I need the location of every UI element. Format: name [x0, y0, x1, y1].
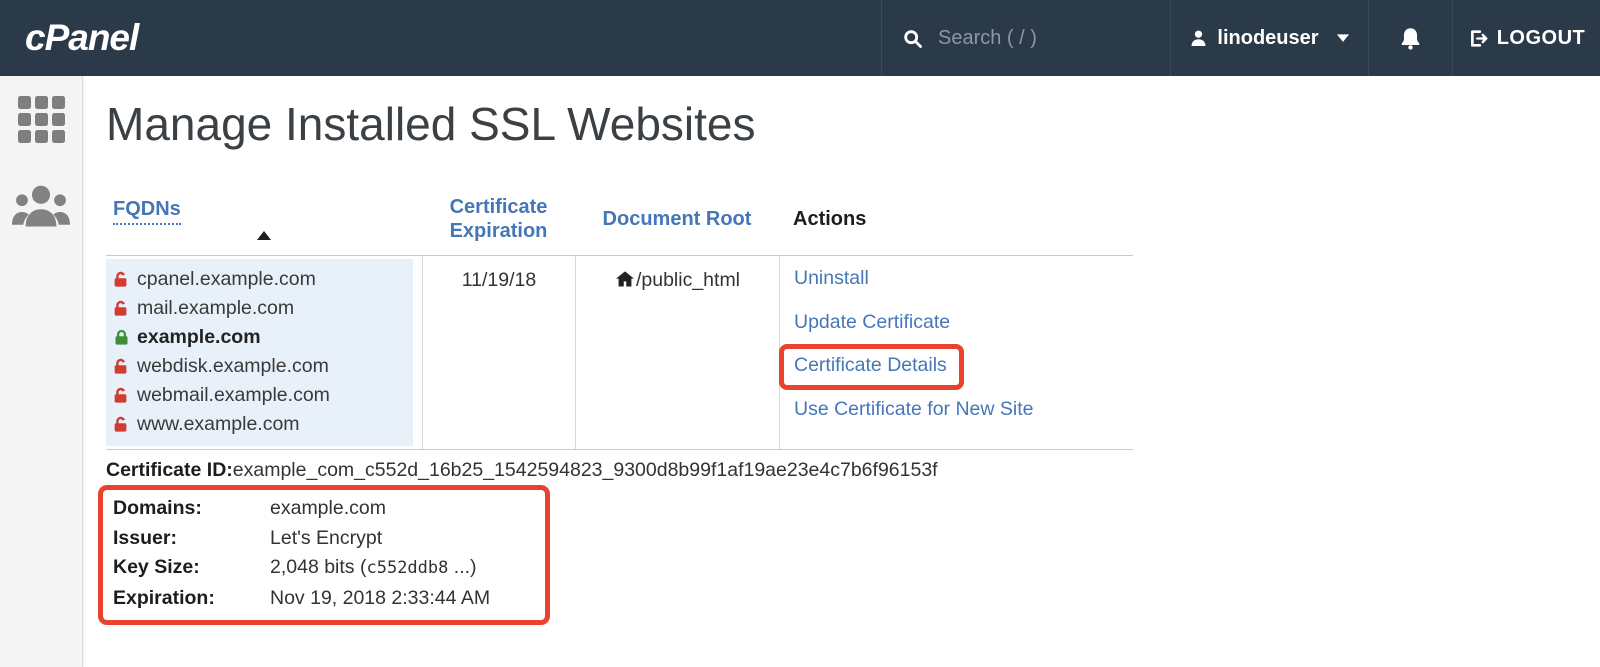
document-root-path: /public_html — [636, 269, 740, 292]
fqdn-item-primary: example.com — [113, 323, 407, 352]
red-open-lock-icon — [113, 387, 130, 404]
column-header-certificate-expiration[interactable]: Certificate Expiration — [422, 195, 575, 243]
detail-row-expiration: Expiration:Nov 19, 2018 2:33:44 AM — [113, 584, 535, 614]
action-row: Certificate Details — [794, 354, 1133, 398]
column-header-document-root[interactable]: Document Root — [575, 208, 779, 231]
search-bar[interactable] — [881, 0, 1170, 76]
column-header-fqdns[interactable]: FQDNs — [106, 198, 422, 240]
column-header-actions: Actions — [779, 208, 1133, 231]
fqdn-domain: cpanel.example.com — [137, 268, 316, 291]
notifications-button[interactable] — [1368, 0, 1452, 76]
action-use-certificate-new-site[interactable]: Use Certificate for New Site — [794, 398, 1034, 420]
red-open-lock-icon — [113, 358, 130, 375]
fqdn-item: www.example.com — [113, 410, 407, 439]
fqdn-item: mail.example.com — [113, 294, 407, 323]
green-closed-lock-icon — [113, 329, 130, 346]
fqdn-domain: webmail.example.com — [137, 384, 330, 407]
action-row: Uninstall — [794, 267, 1133, 311]
username-label: linodeuser — [1217, 27, 1318, 50]
detail-row-issuer: Issuer:Let's Encrypt — [113, 524, 535, 554]
table-header-row: FQDNs Certificate Expiration Document Ro… — [106, 192, 1133, 256]
fqdn-item: webmail.example.com — [113, 381, 407, 410]
fqdn-item: webdisk.example.com — [113, 352, 407, 381]
user-icon — [1189, 29, 1208, 48]
detail-row-key-size: Key Size:2,048 bits (c552ddb8 ...) — [113, 553, 535, 584]
main-content: Manage Installed SSL Websites FQDNs Cert… — [83, 76, 1600, 667]
search-input[interactable] — [938, 27, 1138, 50]
annotation-box-certificate-info: Domains:example.com Issuer:Let's Encrypt… — [98, 485, 550, 625]
search-icon — [902, 28, 923, 49]
certificate-id-value: example_com_c552d_16b25_1542594823_9300d… — [233, 459, 938, 481]
apps-grid-icon[interactable] — [18, 96, 65, 143]
top-navbar: cPanel linodeuser — [0, 0, 1600, 76]
annotation-box-certificate-details: Certificate Details — [794, 354, 947, 377]
actions-cell: Uninstall Update Certificate Certificate… — [779, 256, 1133, 449]
table-row: cpanel.example.com mail.example.com — [106, 256, 1133, 450]
sort-ascending-icon — [257, 231, 271, 240]
red-open-lock-icon — [113, 416, 130, 433]
red-open-lock-icon — [113, 300, 130, 317]
logout-icon — [1468, 28, 1489, 49]
ssl-websites-table: FQDNs Certificate Expiration Document Ro… — [106, 192, 1133, 450]
bell-icon — [1398, 26, 1423, 51]
action-uninstall[interactable]: Uninstall — [794, 267, 869, 289]
home-icon — [615, 269, 635, 289]
red-open-lock-icon — [113, 271, 130, 288]
detail-row-domains: Domains:example.com — [113, 494, 535, 524]
action-update-certificate[interactable]: Update Certificate — [794, 311, 950, 333]
logout-button[interactable]: LOGOUT — [1452, 0, 1600, 76]
action-row: Update Certificate — [794, 311, 1133, 355]
fqdn-domain: www.example.com — [137, 413, 300, 436]
fqdn-list: cpanel.example.com mail.example.com — [106, 259, 413, 446]
navbar-spacer — [138, 0, 881, 76]
fqdn-domain: webdisk.example.com — [137, 355, 329, 378]
user-menu[interactable]: linodeuser — [1170, 0, 1368, 76]
fqdn-domain: mail.example.com — [137, 297, 294, 320]
document-root-cell: /public_html — [575, 256, 779, 449]
action-row: Use Certificate for New Site — [794, 398, 1133, 442]
cpanel-logo: cPanel — [25, 17, 138, 59]
certificate-id-line: Certificate ID:example_com_c552d_16b25_1… — [106, 459, 1600, 482]
fqdns-sort-link[interactable]: FQDNs — [113, 198, 181, 225]
fqdn-domain: example.com — [137, 326, 261, 349]
logout-label: LOGOUT — [1497, 27, 1586, 50]
certificate-id-label: Certificate ID: — [106, 459, 233, 481]
left-sidebar — [0, 76, 83, 667]
page-title: Manage Installed SSL Websites — [106, 97, 1600, 151]
key-fingerprint: c552ddb8 — [366, 558, 448, 578]
user-group-icon[interactable] — [12, 183, 70, 227]
certificate-expiration-cell: 11/19/18 — [422, 256, 575, 449]
fqdn-item: cpanel.example.com — [113, 265, 407, 294]
action-certificate-details[interactable]: Certificate Details — [794, 354, 947, 376]
fqdns-cell: cpanel.example.com mail.example.com — [106, 256, 422, 449]
chevron-down-icon — [1336, 33, 1350, 43]
